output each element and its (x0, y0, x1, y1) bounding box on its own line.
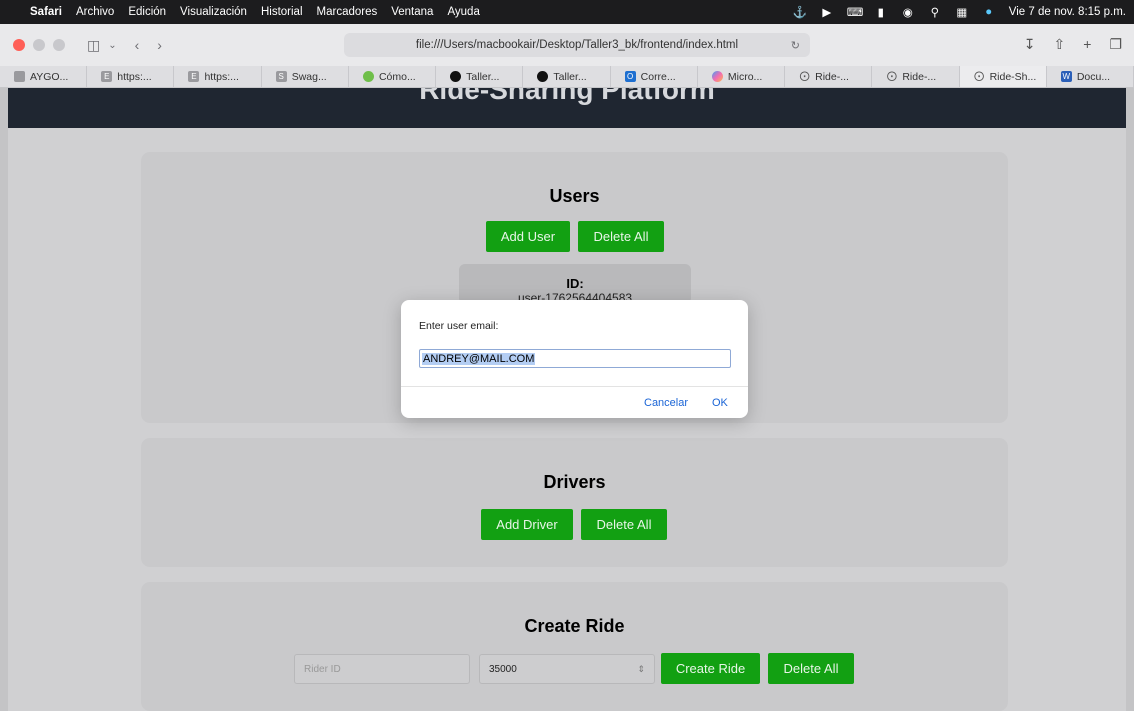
menu-archivo[interactable]: Archivo (76, 6, 114, 18)
page-gutter (0, 88, 8, 711)
tab-word-document[interactable]: W Docu... (1047, 66, 1134, 87)
zoom-window-button[interactable] (53, 39, 65, 51)
wifi-icon[interactable]: ◉ (901, 5, 915, 19)
menu-historial[interactable]: Historial (261, 6, 303, 18)
tab-ride-2[interactable]: ⨀ Ride-... (872, 66, 960, 87)
page-favicon-icon: E (188, 71, 200, 82)
delete-all-drivers-button[interactable]: Delete All (581, 509, 667, 540)
share-icon[interactable]: ⇧ (1054, 36, 1066, 53)
page-gutter (1126, 88, 1134, 711)
drivers-section: Drivers Add Driver Delete All (141, 438, 1008, 567)
reload-icon[interactable]: ↻ (791, 39, 800, 52)
page-header: Ride-Sharing Platform (8, 88, 1126, 128)
delete-all-users-button[interactable]: Delete All (578, 221, 664, 252)
page-favicon-icon (14, 71, 25, 82)
menu-bar-clock[interactable]: Vie 7 de nov. 8:15 p.m. (1009, 6, 1126, 18)
tab-taller-1[interactable]: Taller... (436, 66, 524, 87)
fare-input-value: 35000 (489, 663, 517, 675)
page-favicon-icon (362, 71, 374, 82)
email-prompt-dialog: Enter user email: ANDREY@MAIL.COM Cancel… (401, 300, 748, 418)
browser-toolbar: ◫ ⌄ ‹ › file:///Users/macbookair/Desktop… (0, 24, 1134, 66)
email-input[interactable]: ANDREY@MAIL.COM (419, 349, 731, 368)
dialog-prompt-text: Enter user email: (419, 320, 499, 332)
create-ride-button[interactable]: Create Ride (661, 653, 760, 684)
spotlight-search-icon[interactable]: ⚲ (928, 5, 942, 19)
tab-microsoft[interactable]: Micro... (698, 66, 786, 87)
close-window-button[interactable] (13, 39, 25, 51)
add-driver-button[interactable]: Add Driver (481, 509, 573, 540)
delete-all-rides-button[interactable]: Delete All (768, 653, 854, 684)
tab-ride-sharing-active[interactable]: ⨀ Ride-Sh... (959, 66, 1047, 87)
word-icon: W (1060, 71, 1072, 82)
minimize-window-button[interactable] (33, 39, 45, 51)
tab-https-1[interactable]: Ehttps:... (87, 66, 175, 87)
ok-button[interactable]: OK (712, 397, 728, 409)
dialog-divider (401, 386, 748, 387)
outlook-icon: O (624, 71, 636, 82)
battery-icon[interactable]: ▮ (874, 5, 888, 19)
fare-input[interactable]: 35000 ⇕ (479, 654, 655, 684)
copilot-icon (711, 71, 723, 82)
email-input-value: ANDREY@MAIL.COM (422, 352, 536, 365)
menu-ventana[interactable]: Ventana (391, 6, 433, 18)
window-controls (13, 39, 65, 51)
play-circle-icon[interactable]: ▶ (820, 5, 834, 19)
keyboard-icon[interactable]: ⌨ (847, 5, 864, 19)
downloads-icon[interactable]: ↧ (1024, 36, 1036, 53)
user-id-label: ID: (566, 276, 584, 291)
tab-overview-icon[interactable]: ❐ (1109, 36, 1122, 53)
new-tab-icon[interactable]: + (1083, 36, 1091, 53)
github-icon (537, 71, 549, 82)
menu-visualizacion[interactable]: Visualización (180, 6, 247, 18)
menu-ayuda[interactable]: Ayuda (447, 6, 479, 18)
users-heading: Users (549, 186, 600, 206)
compass-icon: ⨀ (799, 71, 810, 82)
page-favicon-icon: E (101, 71, 113, 82)
address-bar-url: file:///Users/macbookair/Desktop/Taller3… (415, 39, 739, 51)
tab-swagger[interactable]: S Swag... (262, 66, 349, 87)
siri-icon[interactable]: ● (982, 6, 996, 18)
menu-app-name[interactable]: Safari (30, 6, 62, 18)
create-ride-heading: Create Ride (524, 616, 625, 636)
tab-correo[interactable]: O Corre... (611, 66, 698, 87)
tab-como[interactable]: Cómo... (349, 66, 437, 87)
cancel-button[interactable]: Cancelar (644, 397, 688, 409)
control-center-icon[interactable]: ▦ (955, 5, 969, 19)
docker-icon[interactable]: ⚓ (793, 5, 807, 19)
stepper-icon[interactable]: ⇕ (637, 664, 645, 675)
tab-taller-2[interactable]: Taller... (523, 66, 611, 87)
add-user-button[interactable]: Add User (486, 221, 570, 252)
compass-icon: ⨀ (886, 71, 897, 82)
sidebar-toggle-icon[interactable]: ◫ (87, 37, 100, 54)
drivers-heading: Drivers (543, 472, 606, 492)
back-icon[interactable]: ‹ (135, 37, 140, 53)
menu-marcadores[interactable]: Marcadores (317, 6, 378, 18)
chevron-down-icon[interactable]: ⌄ (108, 40, 116, 51)
swagger-icon: S (275, 71, 287, 82)
page-title: Ride-Sharing Platform (419, 88, 715, 105)
tab-ride-1[interactable]: ⨀ Ride-... (785, 66, 873, 87)
rider-id-input[interactable]: Rider ID (294, 654, 470, 684)
github-icon (450, 71, 462, 82)
forward-icon[interactable]: › (157, 37, 162, 53)
create-ride-section: Create Ride Rider ID 35000 ⇕ Create Ride… (141, 582, 1008, 711)
user-card: ID: user-1762564404583 (459, 264, 691, 305)
tab-https-2[interactable]: Ehttps:... (174, 66, 262, 87)
tab-aygo[interactable]: AYGO... (0, 66, 88, 87)
compass-icon: ⨀ (974, 71, 985, 82)
address-bar[interactable]: file:///Users/macbookair/Desktop/Taller3… (344, 33, 810, 57)
tab-bar: AYGO... Ehttps:... Ehttps:... S Swag... C… (0, 66, 1134, 88)
menu-edicion[interactable]: Edición (128, 6, 166, 18)
macos-menu-bar: Safari Archivo Edición Visualización His… (0, 0, 1134, 24)
toolbar-right-actions: ↧ ⇧ + ❐ (1024, 36, 1122, 53)
